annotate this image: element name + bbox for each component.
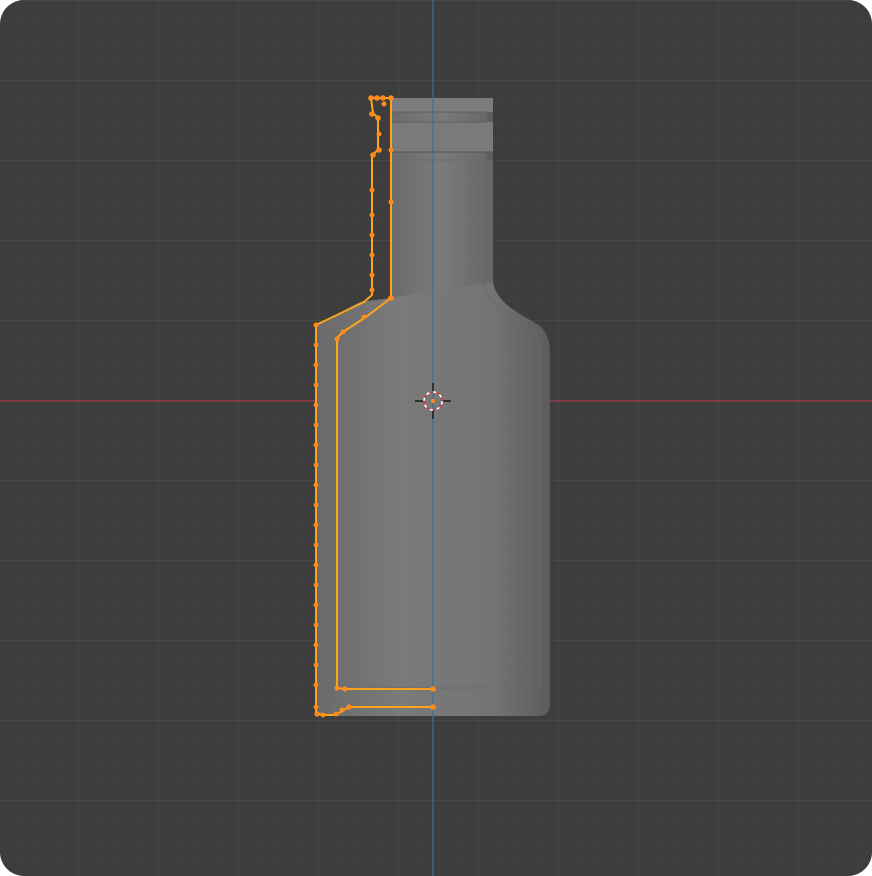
viewport-canvas[interactable]: [0, 0, 872, 876]
3d-viewport[interactable]: [0, 0, 872, 876]
